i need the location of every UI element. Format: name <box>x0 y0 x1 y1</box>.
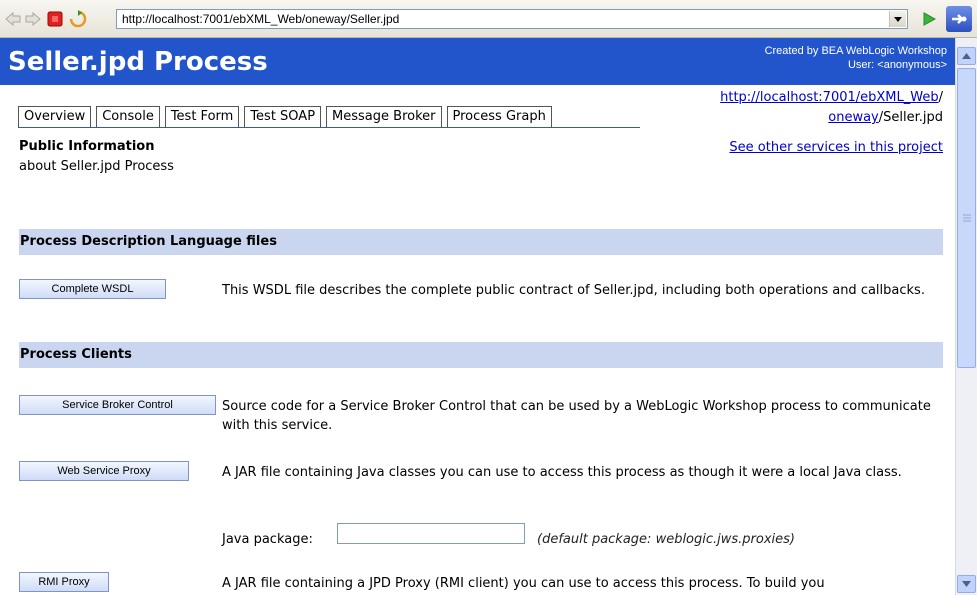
address-text[interactable]: http://localhost:7001/ebXML_Web/oneway/S… <box>122 12 399 26</box>
java-package-label: Java package: <box>222 532 313 547</box>
created-by-text: Created by BEA WebLogic Workshop <box>764 45 947 57</box>
host-link[interactable]: http://localhost:7001/ <box>720 90 860 105</box>
tab-bar: Overview Console Test Form Test SOAP Mes… <box>18 106 557 128</box>
section-pdl-files: Process Description Language files <box>19 229 943 255</box>
path-filename: /Seller.jpd <box>878 110 943 125</box>
header-bar: Seller.jpd Process Created by BEA WebLog… <box>0 38 955 85</box>
rmi-proxy-button[interactable]: RMI Proxy <box>19 572 109 592</box>
path-slash: / <box>938 90 943 105</box>
chevron-down-icon[interactable] <box>889 11 906 27</box>
other-services-link[interactable]: See other services in this project <box>729 140 943 155</box>
tab-test-soap[interactable]: Test SOAP <box>244 106 322 128</box>
section-title-pdl: Process Description Language files <box>20 234 277 249</box>
java-package-input[interactable] <box>337 523 525 544</box>
section-title-clients: Process Clients <box>20 347 132 362</box>
back-arrow-icon[interactable] <box>4 10 22 28</box>
tab-underline <box>18 127 640 128</box>
forward-arrow-icon[interactable] <box>24 10 42 28</box>
public-info-subtitle: about Seller.jpd Process <box>19 159 174 174</box>
page-viewport: Seller.jpd Process Created by BEA WebLog… <box>0 38 955 595</box>
stop-icon[interactable] <box>46 10 64 28</box>
web-service-proxy-button[interactable]: Web Service Proxy <box>19 461 189 481</box>
service-broker-description: Source code for a Service Broker Control… <box>222 399 931 433</box>
scroll-down-icon[interactable] <box>957 575 976 593</box>
complete-wsdl-description: This WSDL file describes the complete pu… <box>222 283 925 298</box>
created-by-info: Created by BEA WebLogic Workshop User: <… <box>765 44 947 72</box>
public-info-title: Public Information <box>19 139 155 154</box>
tab-overview[interactable]: Overview <box>18 106 92 128</box>
address-bar[interactable]: http://localhost:7001/ebXML_Web/oneway/S… <box>116 9 908 29</box>
tab-message-broker[interactable]: Message Broker <box>326 106 442 128</box>
browser-logo-icon <box>946 6 972 32</box>
web-service-proxy-description: A JAR file containing Java classes you c… <box>222 465 902 480</box>
page-title: Seller.jpd Process <box>8 47 268 77</box>
service-broker-control-button[interactable]: Service Broker Control <box>19 395 216 415</box>
service-path: http://localhost:7001/ebXML_Web/ oneway/… <box>720 88 943 128</box>
refresh-icon[interactable] <box>68 10 88 28</box>
section-process-clients: Process Clients <box>19 342 943 368</box>
browser-toolbar: http://localhost:7001/ebXML_Web/oneway/S… <box>0 0 977 38</box>
tab-process-graph[interactable]: Process Graph <box>446 106 552 128</box>
scroll-thumb[interactable] <box>957 68 976 368</box>
user-text: User: <anonymous> <box>847 59 947 71</box>
rmi-proxy-description: A JAR file containing a JPD Proxy (RMI c… <box>222 576 825 591</box>
go-arrow-icon[interactable] <box>920 10 938 28</box>
tab-test-form[interactable]: Test Form <box>164 106 240 128</box>
complete-wsdl-button[interactable]: Complete WSDL <box>19 279 166 299</box>
tab-console[interactable]: Console <box>96 106 160 128</box>
java-package-hint: (default package: weblogic.jws.proxies) <box>537 532 796 547</box>
vertical-scrollbar[interactable] <box>955 38 977 595</box>
web-app-link[interactable]: ebXML_Web <box>860 90 938 105</box>
folder-link[interactable]: oneway <box>828 110 878 125</box>
scroll-up-icon[interactable] <box>957 47 976 65</box>
